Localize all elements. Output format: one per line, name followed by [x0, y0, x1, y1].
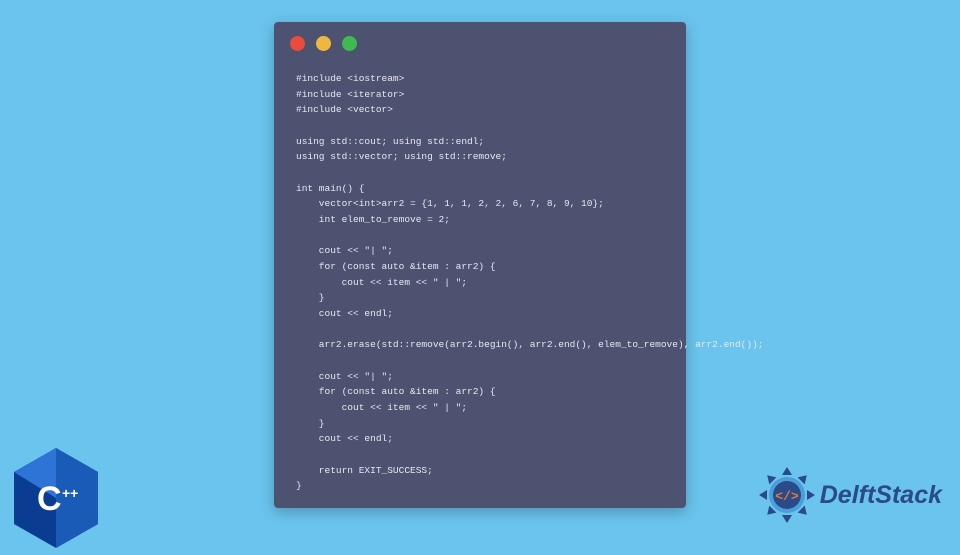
- close-icon: [290, 36, 305, 51]
- code-content: #include <iostream> #include <iterator> …: [274, 59, 686, 514]
- delftstack-text: DelftStack: [820, 481, 942, 510]
- svg-text:++: ++: [62, 485, 78, 501]
- window-titlebar: [274, 22, 686, 59]
- code-window: #include <iostream> #include <iterator> …: [274, 22, 686, 508]
- delftstack-badge-icon: </>: [758, 466, 816, 524]
- cpp-logo-icon: C ++: [10, 446, 102, 550]
- minimize-icon: [316, 36, 331, 51]
- delftstack-logo: </> DelftStack: [758, 466, 942, 524]
- svg-text:</>: </>: [775, 489, 799, 504]
- cpp-logo-letter: C: [37, 480, 62, 518]
- maximize-icon: [342, 36, 357, 51]
